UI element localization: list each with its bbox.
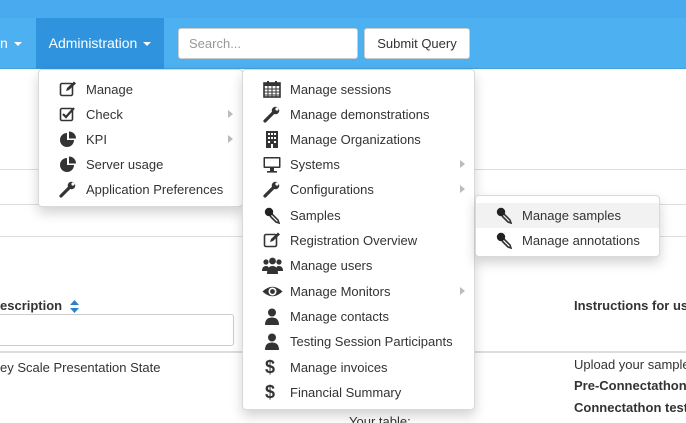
menu-item-label: Application Preferences xyxy=(86,182,224,197)
dollar-icon: $ xyxy=(265,382,276,402)
menu-item-label: Manage invoices xyxy=(290,360,388,375)
eyedropper-icon xyxy=(496,207,513,224)
sort-icon[interactable] xyxy=(69,300,79,314)
menu-item-systems[interactable]: Systems xyxy=(243,152,474,177)
menu-item-label: Testing Session Participants xyxy=(290,334,453,349)
table-cell-instructions: Pre-Connectathon xyxy=(574,378,686,393)
chevron-right-icon xyxy=(460,160,465,168)
edit-icon xyxy=(59,81,76,97)
wrench-icon xyxy=(263,181,280,198)
pie-chart-icon xyxy=(60,156,76,172)
menu-item-financial-summary[interactable]: $ Financial Summary xyxy=(243,380,474,405)
menu-item-manage-organizations[interactable]: Manage Organizations xyxy=(243,127,474,152)
table-cell-instructions: Connectathon test xyxy=(574,400,686,415)
nav-item-previous[interactable]: n xyxy=(0,18,36,69)
top-navbar: n Administration Submit Query xyxy=(0,0,686,69)
chevron-right-icon xyxy=(460,287,465,295)
building-icon xyxy=(266,131,278,148)
nav-item-previous-label: n xyxy=(0,35,8,51)
menu-item-manage-contacts[interactable]: Manage contacts xyxy=(243,304,474,329)
menu-item-testing-session-participants[interactable]: Testing Session Participants xyxy=(243,329,474,354)
checkbox-icon xyxy=(59,107,75,122)
calendar-icon xyxy=(263,81,281,98)
menu-item-manage-users[interactable]: Manage users xyxy=(243,253,474,278)
column-header-instructions: Instructions for us xyxy=(574,298,686,313)
nav-item-administration-label: Administration xyxy=(48,35,138,51)
menu-item-manage[interactable]: Manage xyxy=(39,77,242,102)
menu-item-manage-samples[interactable]: Manage samples xyxy=(476,203,659,228)
user-icon xyxy=(265,333,279,350)
menu-item-manage-invoices[interactable]: $ Manage invoices xyxy=(243,355,474,380)
submit-query-button[interactable]: Submit Query xyxy=(364,28,470,59)
menu-item-configurations[interactable]: Configurations xyxy=(243,177,474,202)
menu-item-manage-demonstrations[interactable]: Manage demonstrations xyxy=(243,102,474,127)
menu-item-manage-monitors[interactable]: Manage Monitors xyxy=(243,279,474,304)
description-filter-input[interactable] xyxy=(0,314,234,346)
menu-item-label: KPI xyxy=(86,132,107,147)
user-icon xyxy=(265,308,279,325)
menu-item-check[interactable]: Check xyxy=(39,102,242,127)
menu-item-label: Manage contacts xyxy=(290,309,390,324)
menu-item-application-preferences[interactable]: Application Preferences xyxy=(39,177,242,202)
menu-item-kpi[interactable]: KPI xyxy=(39,127,242,152)
pie-chart-icon xyxy=(60,131,76,147)
eyedropper-icon xyxy=(496,232,513,249)
samples-submenu: Manage samples Manage annotations xyxy=(475,195,660,257)
menu-item-server-usage[interactable]: Server usage xyxy=(39,152,242,177)
wrench-icon xyxy=(263,106,280,123)
eye-icon xyxy=(262,286,283,297)
menu-item-label: Manage demonstrations xyxy=(290,107,430,122)
table-cell-partial: Your table: xyxy=(349,414,411,423)
menu-item-label: Financial Summary xyxy=(290,385,402,400)
dollar-icon: $ xyxy=(265,357,276,377)
menu-item-label: Manage sessions xyxy=(290,82,392,97)
table-cell-description: ey Scale Presentation State xyxy=(0,360,161,375)
users-icon xyxy=(262,257,283,274)
navbar-top-strip xyxy=(0,0,686,18)
search-input[interactable] xyxy=(178,28,358,59)
chevron-down-icon xyxy=(143,42,152,47)
chevron-right-icon xyxy=(460,185,465,193)
monitor-icon xyxy=(263,157,281,173)
menu-item-samples[interactable]: Samples xyxy=(243,203,474,228)
edit-icon xyxy=(263,232,280,248)
menu-item-label: Manage Organizations xyxy=(290,132,421,147)
menu-item-label: Manage samples xyxy=(522,208,621,223)
menu-item-label: Systems xyxy=(290,157,340,172)
nav-item-administration[interactable]: Administration xyxy=(36,18,164,69)
wrench-icon xyxy=(59,181,76,198)
menu-item-label: Samples xyxy=(290,208,341,223)
menu-item-manage-annotations[interactable]: Manage annotations xyxy=(476,228,659,253)
menu-item-registration-overview[interactable]: Registration Overview xyxy=(243,228,474,253)
column-header-description[interactable]: escription xyxy=(0,298,79,314)
eyedropper-icon xyxy=(264,207,281,224)
menu-item-label: Server usage xyxy=(86,157,164,172)
chevron-down-icon xyxy=(13,42,22,47)
chevron-right-icon xyxy=(228,110,233,118)
column-header-description-label: escription xyxy=(0,298,63,313)
menu-item-label: Manage Monitors xyxy=(290,284,391,299)
manage-submenu: Manage sessions Manage demonstrations Ma… xyxy=(242,69,475,410)
menu-item-label: Manage xyxy=(86,82,133,97)
menu-item-label: Configurations xyxy=(290,182,374,197)
administration-dropdown-menu: Manage Check KPI Server usage Applicatio… xyxy=(38,69,243,207)
menu-item-label: Check xyxy=(86,107,123,122)
chevron-right-icon xyxy=(228,135,233,143)
menu-item-manage-sessions[interactable]: Manage sessions xyxy=(243,77,474,102)
menu-item-label: Manage annotations xyxy=(522,233,640,248)
menu-item-label: Registration Overview xyxy=(290,233,418,248)
table-cell-instructions: Upload your sample xyxy=(574,357,686,372)
menu-item-label: Manage users xyxy=(290,258,373,273)
